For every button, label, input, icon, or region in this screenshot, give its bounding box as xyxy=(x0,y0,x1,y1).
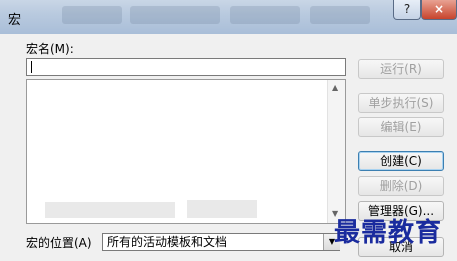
scroll-up-icon[interactable]: ▲ xyxy=(332,83,338,93)
watermark-text: 最需教育 xyxy=(334,218,443,248)
run-button[interactable]: 运行(R) xyxy=(358,59,444,79)
title-bar[interactable]: 宏 ? × xyxy=(0,0,457,34)
edit-button[interactable]: 编辑(E) xyxy=(358,117,444,137)
dialog-title: 宏 xyxy=(8,13,22,28)
blurred-list-content xyxy=(45,202,175,218)
blurred-title-content xyxy=(230,6,300,24)
macro-name-label: 宏名(M): xyxy=(26,42,74,56)
delete-button[interactable]: 删除(D) xyxy=(358,176,444,196)
blurred-title-content xyxy=(62,6,122,24)
blurred-title-content xyxy=(130,6,220,24)
macros-in-value: 所有的活动模板和文档 xyxy=(107,235,228,249)
macros-in-label: 宏的位置(A) xyxy=(26,236,92,250)
macro-list[interactable]: ▲ ▼ xyxy=(26,79,346,224)
text-caret xyxy=(31,61,32,73)
list-scrollbar[interactable]: ▲ ▼ xyxy=(327,80,345,223)
close-button[interactable]: × xyxy=(421,0,457,20)
blurred-list-content xyxy=(187,200,257,218)
help-button[interactable]: ? xyxy=(393,0,421,20)
step-into-button[interactable]: 单步执行(S) xyxy=(358,93,444,113)
create-button[interactable]: 创建(C) xyxy=(358,151,444,171)
macros-in-select[interactable]: 所有的活动模板和文档 xyxy=(102,233,340,251)
blurred-title-content xyxy=(310,6,370,24)
macro-name-input[interactable] xyxy=(26,58,346,76)
